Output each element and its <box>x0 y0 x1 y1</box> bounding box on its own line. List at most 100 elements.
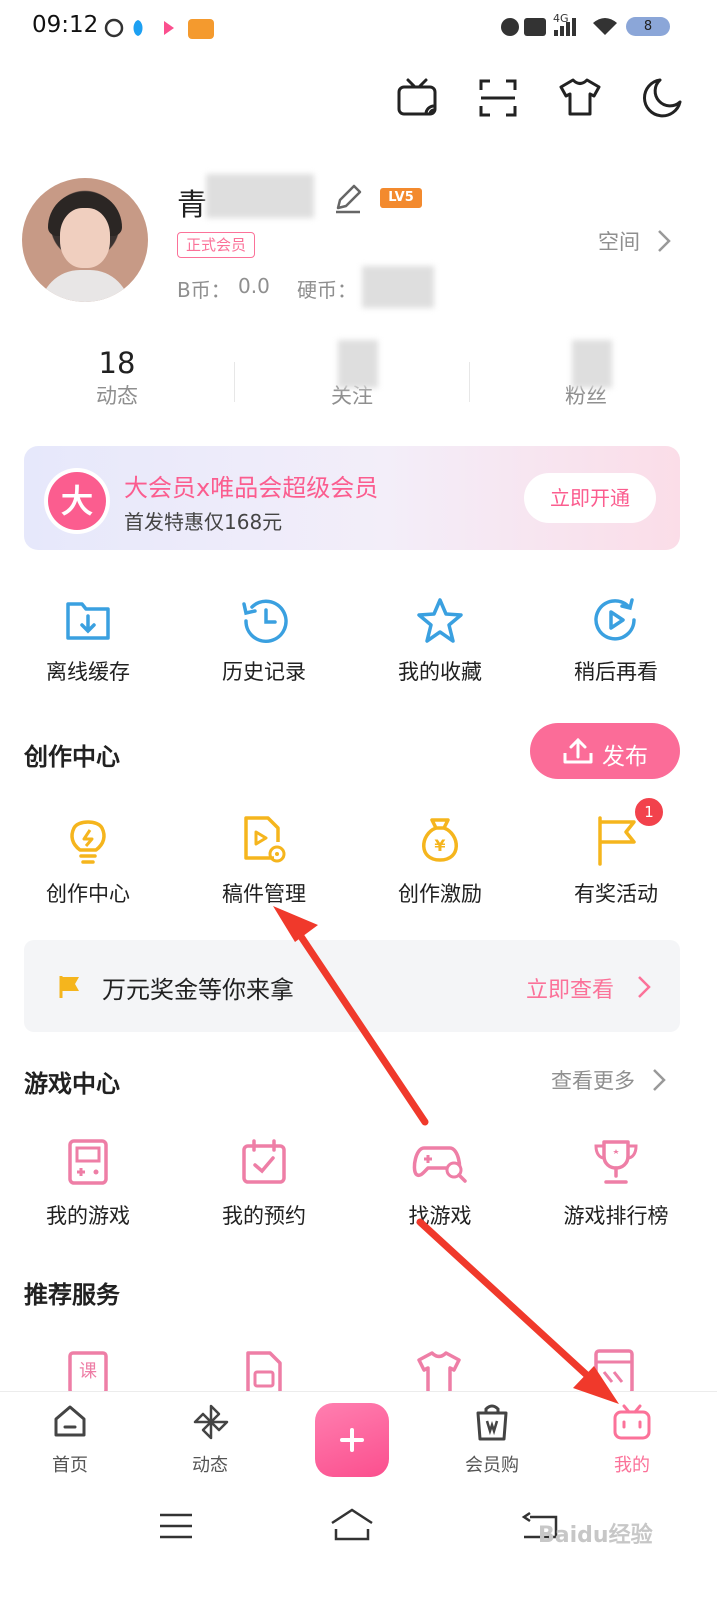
stat-following[interactable]: 关注 <box>292 340 412 410</box>
calendar-check-icon <box>242 1139 286 1184</box>
download-folder-icon <box>66 602 110 640</box>
tab-vip-shop[interactable]: 会员购 <box>442 1403 542 1483</box>
quick-history-label: 历史记录 <box>222 660 306 684</box>
coin-label: 硬币： <box>297 278 357 302</box>
stat-posts-label: 动态 <box>96 384 138 408</box>
stat-posts-value: 18 <box>98 346 136 380</box>
tab-vip-shop-label: 会员购 <box>465 1455 519 1476</box>
pinwheel-icon <box>193 1404 229 1440</box>
lightbulb-icon <box>70 820 106 864</box>
notice-link[interactable]: 立即查看 <box>526 972 614 1004</box>
stat-posts[interactable]: 18 动态 <box>57 346 177 410</box>
avatar[interactable] <box>22 178 148 302</box>
trophy-icon <box>594 1140 638 1184</box>
scan-icon[interactable] <box>478 78 518 118</box>
battery-indicator: 8 <box>626 17 670 36</box>
tshirt-icon[interactable] <box>416 1350 462 1392</box>
reward-activity-label: 有奖活动 <box>574 882 658 906</box>
space-link[interactable]: 空间 <box>598 226 671 258</box>
baidu-watermark: Baidu经验 <box>538 1523 653 1548</box>
network-type: 4G <box>553 12 569 25</box>
star-icon <box>417 598 463 643</box>
my-reservations-label: 我的预约 <box>222 1204 306 1228</box>
money-bag-icon: ¥ <box>422 818 458 862</box>
sim-card-icon[interactable] <box>244 1350 284 1392</box>
my-games-label: 我的游戏 <box>46 1204 130 1228</box>
tab-home[interactable]: 首页 <box>20 1403 120 1483</box>
bcoin-label: B币： <box>177 278 231 302</box>
member-tag: 正式会员 <box>177 232 256 258</box>
vip-open-button[interactable]: 立即开通 <box>524 473 656 523</box>
find-games-label: 找游戏 <box>408 1204 472 1228</box>
course-icon[interactable]: 课 <box>66 1350 110 1392</box>
bcoin-value: 0.0 <box>238 274 270 298</box>
status-time: 09:12 <box>32 12 99 38</box>
chevron-right-icon <box>638 976 651 998</box>
svg-text:课: 课 <box>79 1361 97 1382</box>
tshirt-theme-icon[interactable] <box>558 76 602 118</box>
notification-badge: 1 <box>633 796 665 828</box>
recommended-section-title: 推荐服务 <box>24 1281 120 1309</box>
system-navigation-bar: Baidu经验 <box>0 1491 717 1600</box>
coin-value-blurred <box>362 266 434 308</box>
night-mode-icon[interactable] <box>640 76 684 120</box>
divider <box>469 362 470 402</box>
tab-home-label: 首页 <box>52 1455 88 1476</box>
stat-followers-blurred <box>572 340 612 388</box>
manuscript-icon <box>244 816 286 863</box>
manuscript-management-label: 稿件管理 <box>222 882 306 906</box>
notification-icons <box>104 18 214 39</box>
game-section-title: 游戏中心 <box>24 1070 120 1098</box>
chevron-right-icon <box>658 230 671 252</box>
quick-download-label: 离线缓存 <box>46 660 130 684</box>
creation-section-title: 创作中心 <box>24 743 120 771</box>
quick-favorites-label: 我的收藏 <box>398 660 482 684</box>
tab-mine[interactable]: 我的 <box>582 1403 682 1483</box>
notice-text: 万元奖金等你来拿 <box>102 976 294 1004</box>
stat-followers[interactable]: 粉丝 <box>526 340 646 410</box>
flag-icon <box>598 816 636 866</box>
plus-icon <box>340 1428 364 1452</box>
notice-bar[interactable]: 万元奖金等你来拿 立即查看 <box>24 940 680 1032</box>
divider <box>234 362 235 402</box>
edit-pencil-icon[interactable] <box>332 182 364 214</box>
history-clock-icon <box>242 599 288 643</box>
game-more-link[interactable]: 查看更多 <box>551 1065 666 1095</box>
vip-banner[interactable]: 大 大会员x唯品会超级会员 首发特惠仅168元 立即开通 <box>24 446 680 550</box>
quick-watch-later-label: 稍后再看 <box>574 660 658 684</box>
username: 青 <box>177 188 207 223</box>
menu-icon[interactable] <box>158 1511 194 1541</box>
tv-cast-icon[interactable] <box>396 76 440 118</box>
svg-text:¥: ¥ <box>434 836 445 855</box>
space-link-label: 空间 <box>598 230 640 254</box>
stat-following-blurred <box>338 340 378 388</box>
comic-icon[interactable] <box>592 1348 636 1392</box>
shopping-bag-icon <box>476 1404 508 1441</box>
tab-dynamics-label: 动态 <box>192 1455 228 1476</box>
vip-subtitle: 首发特惠仅168元 <box>124 510 283 534</box>
username-blurred <box>206 174 314 218</box>
flag-small-icon <box>59 976 79 998</box>
publish-label: 发布 <box>602 744 648 770</box>
wifi-icon <box>593 18 617 35</box>
status-bar: 09:12 4G 8 <box>0 0 717 56</box>
level-badge: LV5 <box>380 188 422 208</box>
tv-mascot-icon <box>613 1404 651 1440</box>
home-icon <box>54 1405 86 1437</box>
watch-later-icon <box>594 598 636 641</box>
game-more-label: 查看更多 <box>551 1069 635 1093</box>
creation-center-label: 创作中心 <box>46 882 130 906</box>
gamepad-search-icon <box>412 1146 467 1183</box>
tab-create[interactable] <box>315 1403 389 1477</box>
tab-mine-label: 我的 <box>614 1455 650 1476</box>
vip-title: 大会员x唯品会超级会员 <box>124 474 379 502</box>
home-nav-icon[interactable] <box>328 1507 376 1543</box>
publish-button[interactable]: 发布 <box>530 723 680 779</box>
chevron-right-icon <box>653 1069 666 1091</box>
gameboy-icon <box>68 1139 108 1185</box>
vip-badge-icon: 大 <box>48 472 106 530</box>
game-rankings-label: 游戏排行榜 <box>563 1204 669 1228</box>
upload-icon <box>563 737 593 764</box>
status-icons <box>501 18 576 36</box>
tab-dynamics[interactable]: 动态 <box>160 1403 260 1483</box>
